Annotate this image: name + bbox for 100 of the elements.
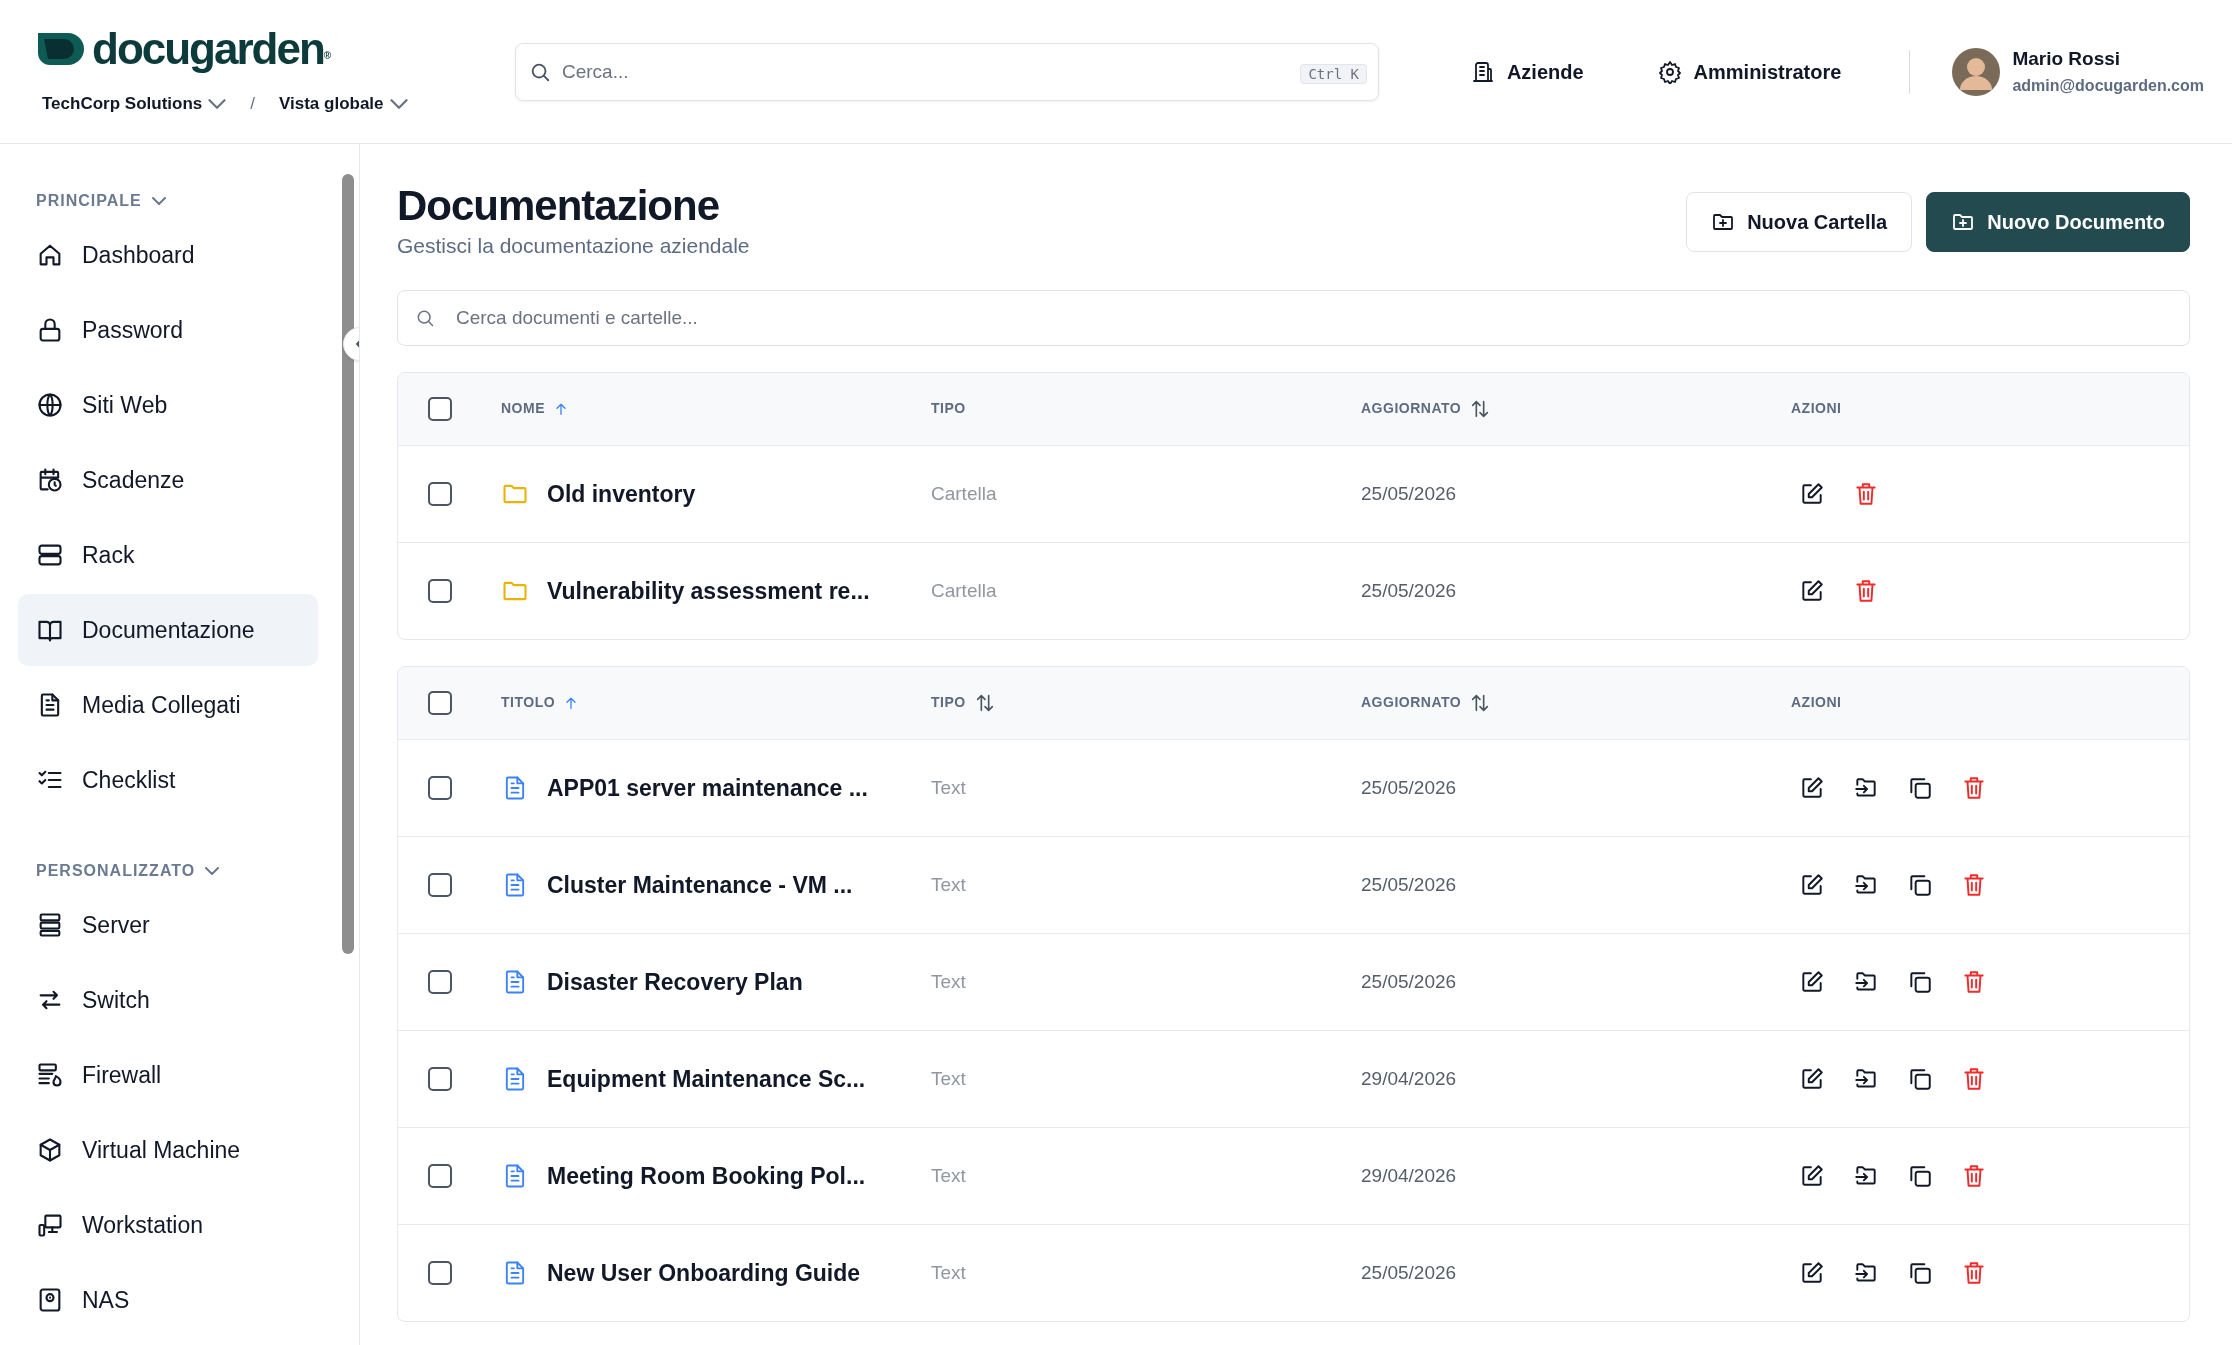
item-name[interactable]: Equipment Maintenance Sc... — [547, 1061, 866, 1097]
edit-icon — [1799, 577, 1825, 604]
sidebar-item[interactable]: Virtual Machine — [18, 1114, 318, 1186]
item-name[interactable]: APP01 server maintenance ... — [547, 770, 868, 806]
column-header: AZIONI — [1791, 693, 1843, 713]
table-cell-text: 25/05/2026 — [1361, 578, 1458, 603]
item-name[interactable]: Cluster Maintenance - VM ... — [547, 867, 853, 903]
sidebar-item[interactable]: NAS — [18, 1264, 318, 1336]
row-checkbox[interactable] — [428, 1163, 452, 1188]
table-cell-text: Cartella — [931, 481, 998, 506]
table-cell-text: Text — [931, 775, 967, 800]
sidebar-item[interactable]: Workstation — [18, 1189, 318, 1261]
sidebar-item[interactable]: Documentazione — [18, 594, 318, 666]
select-all-checkbox[interactable] — [428, 690, 452, 715]
item-name[interactable]: Disaster Recovery Plan — [547, 964, 803, 1000]
shortcut-hint: Ctrl K — [1300, 63, 1367, 84]
table-cell-text: 25/05/2026 — [1361, 872, 1458, 897]
edit-icon — [1799, 774, 1825, 801]
edit-button[interactable] — [1799, 577, 1825, 604]
edit-button[interactable] — [1799, 774, 1825, 801]
building-icon — [1470, 59, 1495, 84]
column-header[interactable]: TITOLO — [501, 692, 931, 714]
breadcrumb-dropdown[interactable]: Vista globale — [279, 90, 408, 117]
trash-button[interactable] — [1853, 577, 1879, 604]
scrollbar[interactable] — [342, 174, 354, 954]
user-email: admin@docugarden.com — [2012, 75, 2204, 96]
nav-link[interactable]: Aziende — [1464, 55, 1590, 88]
trash-icon — [1853, 577, 1879, 604]
trash-button[interactable] — [1961, 1065, 1987, 1092]
trash-icon — [1853, 480, 1879, 507]
row-checkbox[interactable] — [428, 775, 452, 800]
table-cell-text: Text — [931, 1260, 967, 1285]
table-cell-text: Text — [931, 1163, 967, 1188]
table-cell-text: Text — [931, 1066, 967, 1091]
sidebar-item[interactable]: Rack — [18, 519, 318, 591]
column-header[interactable]: AGGIORNATO — [1361, 397, 1791, 420]
trash-button[interactable] — [1961, 871, 1987, 898]
edit-button[interactable] — [1799, 871, 1825, 898]
column-header[interactable]: TIPO — [931, 691, 1361, 714]
edit-button[interactable] — [1799, 1162, 1825, 1189]
edit-icon — [1799, 1259, 1825, 1286]
trash-button[interactable] — [1961, 1162, 1987, 1189]
sidebar-item[interactable]: Checklist — [18, 744, 318, 816]
table-cell-text: 25/05/2026 — [1361, 969, 1458, 994]
row-checkbox[interactable] — [428, 872, 452, 897]
column-header[interactable]: NOME — [501, 398, 931, 420]
trash-button[interactable] — [1853, 480, 1879, 507]
section-header[interactable]: PERSONALIZZATO — [18, 856, 322, 886]
table-cell-text: 25/05/2026 — [1361, 775, 1458, 800]
row-checkbox[interactable] — [428, 969, 452, 994]
globe-icon — [36, 391, 64, 419]
avatar[interactable] — [1952, 47, 2001, 96]
column-header[interactable]: AGGIORNATO — [1361, 691, 1791, 714]
section-header[interactable]: PRINCIPALE — [18, 186, 322, 216]
chevron-down-icon — [205, 867, 220, 875]
chevron-down-icon — [208, 98, 227, 109]
trash-icon — [1961, 1162, 1987, 1189]
breadcrumb-dropdown[interactable]: TechCorp Solutions — [42, 90, 227, 117]
table-cell-text: 29/04/2026 — [1361, 1066, 1458, 1091]
row-checkbox[interactable] — [428, 1260, 452, 1285]
item-name[interactable]: Meeting Room Booking Pol... — [547, 1158, 866, 1194]
row-checkbox[interactable] — [428, 481, 452, 506]
sidebar-item[interactable]: Scadenze — [18, 444, 318, 516]
sidebar-item[interactable]: Dashboard — [18, 219, 318, 291]
edit-button[interactable] — [1799, 968, 1825, 995]
sidebar-item[interactable]: Firewall — [18, 1039, 318, 1111]
edit-button[interactable] — [1799, 1259, 1825, 1286]
user-name: Mario Rossi — [2012, 47, 2122, 72]
trash-icon — [1961, 1259, 1987, 1286]
sidebar-item[interactable]: Media Collegati — [18, 669, 318, 741]
trash-button[interactable] — [1961, 1259, 1987, 1286]
sidebar-item[interactable]: Switch — [18, 964, 318, 1036]
new-folder-button[interactable]: Nuova Cartella — [1686, 192, 1913, 252]
trash-icon — [1961, 774, 1987, 801]
edit-icon — [1799, 871, 1825, 898]
edit-button[interactable] — [1799, 480, 1825, 507]
item-name[interactable]: Vulnerability assessment re... — [547, 573, 870, 609]
edit-icon — [1799, 1162, 1825, 1189]
column-header: AZIONI — [1791, 399, 1843, 419]
select-all-checkbox[interactable] — [428, 396, 452, 421]
sidebar-item[interactable]: Siti Web — [18, 369, 318, 441]
search-field[interactable]: Cerca documenti e cartelle... — [397, 289, 2190, 346]
edit-icon — [1799, 968, 1825, 995]
sidebar-item[interactable]: Password — [18, 294, 318, 366]
new-document-button[interactable]: Nuovo Documento — [1926, 192, 2190, 252]
trash-button[interactable] — [1961, 968, 1987, 995]
item-name[interactable]: Old inventory — [547, 476, 696, 512]
edit-icon — [1799, 480, 1825, 507]
row-checkbox[interactable] — [428, 1066, 452, 1091]
nav-link[interactable]: Amministratore — [1651, 55, 1848, 88]
item-name[interactable]: New User Onboarding Guide — [547, 1255, 861, 1291]
edit-button[interactable] — [1799, 1065, 1825, 1092]
row-checkbox[interactable] — [428, 578, 452, 603]
chevron-down-icon — [389, 98, 408, 109]
trash-button[interactable] — [1961, 774, 1987, 801]
trash-icon — [1961, 1065, 1987, 1092]
sidebar-item[interactable]: Server — [18, 889, 318, 961]
table-cell-text: 29/04/2026 — [1361, 1163, 1458, 1188]
trash-icon — [1961, 968, 1987, 995]
trash-icon — [1961, 871, 1987, 898]
